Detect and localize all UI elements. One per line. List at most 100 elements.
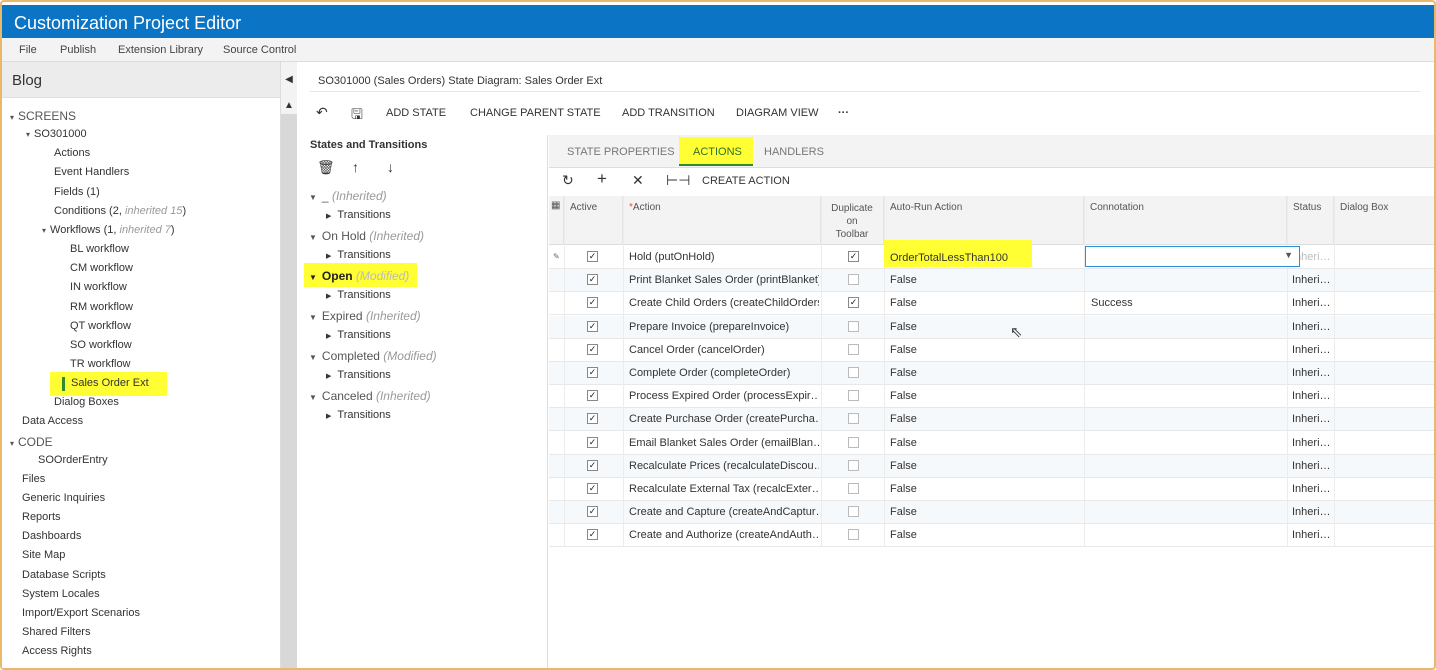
expand-arrow-icon[interactable]: ▼ [309, 193, 317, 202]
action-cell[interactable]: Print Blanket Sales Order (printBlanket) [629, 269, 819, 292]
active-checkbox[interactable]: ✓ [587, 274, 598, 286]
active-checkbox[interactable]: ✓ [587, 459, 598, 471]
transitions-item[interactable]: ▶ Transitions [326, 369, 391, 381]
tree-item[interactable]: Shared Filters [22, 626, 90, 638]
active-checkbox[interactable]: ✓ [587, 320, 598, 332]
table-row[interactable]: ✓ Print Blanket Sales Order (printBlanket… [549, 269, 1434, 293]
add-transition-button[interactable]: ADD TRANSITION [622, 107, 715, 119]
expand-arrow-icon[interactable]: ▼ [309, 233, 317, 242]
chevron-right-icon[interactable]: ▶ [326, 293, 331, 300]
connotation-cell[interactable] [1091, 269, 1281, 292]
tree-item[interactable]: QT workflow [70, 320, 131, 332]
autorun-cell[interactable]: False [890, 292, 1080, 315]
move-up-icon[interactable]: ↑ [352, 159, 359, 175]
tree-item[interactable]: Site Map [22, 549, 65, 561]
refresh-icon[interactable]: ↻ [562, 172, 574, 189]
table-row[interactable]: ✓ Create Purchase Order (createPurcha… Fal… [549, 408, 1434, 432]
action-cell[interactable]: Email Blanket Sales Order (emailBlan… [629, 432, 819, 455]
tab-handlers[interactable]: HANDLERS [764, 146, 824, 158]
table-row[interactable]: ✓ Complete Order (completeOrder) False Inhe… [549, 362, 1434, 385]
table-row[interactable]: ✓ Create Child Orders (createChildOrders)… [549, 292, 1434, 316]
tree-item[interactable]: CM workflow [70, 262, 133, 274]
duplicate-checkbox[interactable] [848, 390, 859, 402]
expand-arrow-icon[interactable]: ▾ [42, 226, 46, 235]
tree-item[interactable]: IN workflow [70, 281, 127, 293]
tree-item[interactable]: Dialog Boxes [54, 396, 119, 408]
col-status[interactable]: Status [1287, 196, 1334, 245]
table-row[interactable]: ✓ Cancel Order (cancelOrder) False Inheri… [549, 339, 1434, 362]
tree-item[interactable]: ▾ Workflows (1, inherited 7) [42, 224, 175, 236]
fit-columns-icon[interactable]: ⊢⊣ [666, 172, 690, 189]
chevron-down-icon[interactable]: ▼ [1284, 250, 1293, 260]
tree-item[interactable]: Data Access [22, 415, 83, 427]
active-checkbox[interactable]: ✓ [587, 297, 598, 309]
menu-extension-library[interactable]: Extension Library [118, 44, 203, 56]
tree-item[interactable]: Actions [54, 147, 90, 159]
action-cell[interactable]: Cancel Order (cancelOrder) [629, 339, 819, 362]
table-row[interactable]: ✓ Create and Capture (createAndCaptur… Fal… [549, 501, 1434, 525]
active-checkbox[interactable]: ✓ [587, 343, 598, 355]
connotation-cell[interactable]: Success [1091, 292, 1281, 315]
transitions-item[interactable]: ▶ Transitions [326, 409, 391, 421]
tree-item[interactable]: Reports [22, 511, 61, 523]
tree-item[interactable]: SOOrderEntry [38, 454, 108, 466]
duplicate-checkbox[interactable] [848, 436, 859, 448]
connotation-cell[interactable] [1091, 455, 1281, 478]
chevron-right-icon[interactable]: ▶ [326, 213, 331, 220]
table-row[interactable]: ✓ Create and Authorize (createAndAuth… Fal… [549, 524, 1434, 548]
duplicate-checkbox[interactable] [848, 413, 859, 425]
col-dialog-box[interactable]: Dialog Box [1334, 196, 1434, 245]
add-row-icon[interactable]: + [597, 169, 607, 189]
col-active[interactable]: Active [564, 196, 623, 245]
table-row[interactable]: ✓ Email Blanket Sales Order (emailBlan… Fa… [549, 432, 1434, 455]
tree-item[interactable]: Fields (1) [54, 186, 100, 198]
duplicate-checkbox[interactable] [848, 320, 859, 332]
chevron-right-icon[interactable]: ▶ [326, 373, 331, 380]
expand-arrow-icon[interactable]: ▼ [309, 353, 317, 362]
col-auto-run-action[interactable]: Auto-Run Action [884, 196, 1084, 245]
transitions-item[interactable]: ▶ Transitions [326, 329, 391, 341]
state-item[interactable]: ▼ Open (Modified) [309, 269, 409, 283]
autorun-cell[interactable]: False [890, 269, 1080, 292]
connotation-cell[interactable] [1091, 385, 1281, 408]
action-cell[interactable]: Prepare Invoice (prepareInvoice) [629, 316, 819, 339]
expand-arrow-icon[interactable]: ▾ [10, 113, 14, 122]
duplicate-checkbox[interactable]: ✓ [848, 297, 859, 309]
autorun-cell[interactable]: False [890, 478, 1080, 501]
duplicate-checkbox[interactable] [848, 483, 859, 494]
diagram-view-button[interactable]: DIAGRAM VIEW [736, 107, 819, 119]
tree-item[interactable]: Files [22, 473, 45, 485]
autorun-cell[interactable]: False [890, 385, 1080, 408]
duplicate-checkbox[interactable]: ✓ [848, 251, 859, 262]
table-row[interactable]: ✓ Recalculate Prices (recalculateDiscou… F… [549, 454, 1434, 478]
create-action-button[interactable]: CREATE ACTION [702, 175, 790, 187]
connotation-cell[interactable] [1091, 501, 1281, 524]
save-icon[interactable]: 🖫 [351, 104, 363, 128]
tab-actions[interactable]: ACTIONS [693, 146, 742, 158]
col-connotation[interactable]: Connotation [1084, 196, 1287, 245]
tree-item[interactable]: Dashboards [22, 530, 81, 542]
action-cell[interactable]: Process Expired Order (processExpir… [629, 385, 819, 408]
state-item[interactable]: ▼ _ (Inherited) [309, 189, 387, 203]
expand-arrow-icon[interactable]: ▼ [309, 273, 317, 282]
chevron-right-icon[interactable]: ▶ [326, 333, 331, 340]
active-checkbox[interactable]: ✓ [587, 367, 598, 378]
active-checkbox[interactable]: ✓ [587, 483, 598, 494]
tree-item[interactable]: ▾ SCREENS [10, 109, 76, 123]
table-row[interactable]: ✓ Prepare Invoice (prepareInvoice) False In… [549, 315, 1434, 339]
connotation-cell[interactable] [1091, 362, 1281, 385]
duplicate-checkbox[interactable] [848, 274, 859, 286]
connotation-cell[interactable] [1091, 408, 1281, 431]
action-cell[interactable]: Recalculate External Tax (recalcExter… [629, 478, 819, 501]
duplicate-checkbox[interactable] [848, 343, 859, 355]
tree-item[interactable]: Conditions (2, inherited 15) [54, 205, 186, 217]
autorun-cell[interactable]: False [890, 501, 1080, 524]
autorun-cell[interactable]: False [890, 316, 1080, 339]
active-checkbox[interactable]: ✓ [587, 413, 598, 425]
connotation-cell[interactable] [1091, 478, 1281, 501]
connotation-cell[interactable] [1091, 339, 1281, 362]
connotation-cell[interactable] [1091, 316, 1281, 339]
table-row[interactable]: ✓ Process Expired Order (processExpir… Fal… [549, 385, 1434, 409]
autorun-cell[interactable]: False [890, 339, 1080, 362]
tree-item[interactable]: Generic Inquiries [22, 492, 105, 504]
